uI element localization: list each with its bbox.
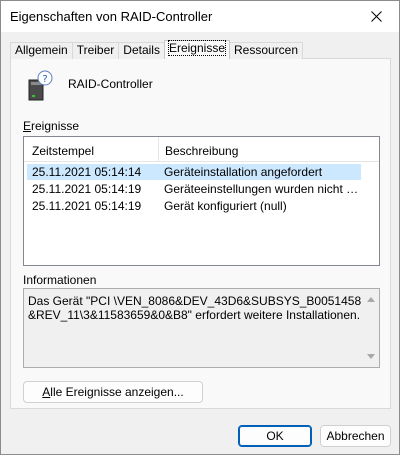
events-label: Ereignisse [23,119,79,133]
device-name: RAID-Controller [68,77,153,91]
cancel-label: Abbrechen [326,429,385,443]
tab-allgemein[interactable]: Allgemein [10,42,73,59]
event-row[interactable]: 25.11.2021 05:14:19 Gerät konfiguriert (… [27,198,361,214]
close-icon [370,11,382,22]
tab-label: Ressourcen [234,43,299,57]
show-all-events-button[interactable]: Alle Ereignisse anzeigen... [23,381,203,403]
info-scrollbar[interactable] [364,289,379,367]
scroll-up-icon[interactable] [367,297,375,302]
event-timestamp: 25.11.2021 05:14:14 [32,165,142,179]
tab-strip: Allgemein Treiber Details Ereignisse Res… [10,40,304,59]
events-label-mnemonic: E [23,119,32,133]
tab-label: Details [123,43,160,57]
show-all-mnemonic: A [42,385,51,399]
ok-button[interactable]: OK [238,425,312,447]
svg-text:?: ? [42,74,47,85]
event-description: Geräteeinstellungen wurden nicht migrier… [164,182,361,196]
scroll-down-icon[interactable] [367,354,375,359]
event-row[interactable]: 25.11.2021 05:14:14 Geräteinstallation a… [27,164,361,180]
event-timestamp: 25.11.2021 05:14:19 [32,199,142,213]
tab-treiber[interactable]: Treiber [71,42,120,59]
info-text: Das Gerät "PCI \VEN_8086&DEV_43D6&SUBSYS… [28,294,362,322]
cancel-button[interactable]: Abbrechen [320,425,391,447]
event-description: Geräteinstallation angefordert [164,165,323,179]
tab-ressourcen[interactable]: Ressourcen [229,42,304,59]
event-row[interactable]: 25.11.2021 05:14:19 Geräteeinstellungen … [27,181,361,197]
raid-controller-device-icon: ? [28,70,53,101]
close-button[interactable] [353,1,399,32]
ok-label: OK [266,429,284,443]
events-list[interactable]: Zeitstempel Beschreibung 25.11.2021 05:1… [23,136,380,266]
show-all-label: lle Ereignisse anzeigen... [50,385,184,399]
event-timestamp: 25.11.2021 05:14:19 [32,182,142,196]
info-label: Informationen [23,273,97,287]
window-title: Eigenschaften von RAID-Controller [10,9,213,24]
column-header-description[interactable]: Beschreibung [165,144,238,158]
tab-label: Allgemein [15,43,68,57]
event-description: Gerät konfiguriert (null) [164,199,287,213]
tab-ereignisse[interactable]: Ereignisse [163,40,230,59]
info-textbox[interactable]: Das Gerät "PCI \VEN_8086&DEV_43D6&SUBSYS… [23,288,380,368]
column-divider[interactable] [158,137,159,161]
events-label-rest: reignisse [31,119,80,133]
events-list-header: Zeitstempel Beschreibung [24,137,379,162]
title-bar: Eigenschaften von RAID-Controller [1,1,399,32]
properties-dialog: Eigenschaften von RAID-Controller Allgem… [0,0,400,455]
tab-label: Ereignisse [167,40,227,56]
column-header-timestamp[interactable]: Zeitstempel [32,144,94,158]
tab-label: Treiber [76,43,115,57]
tab-details[interactable]: Details [118,42,165,59]
